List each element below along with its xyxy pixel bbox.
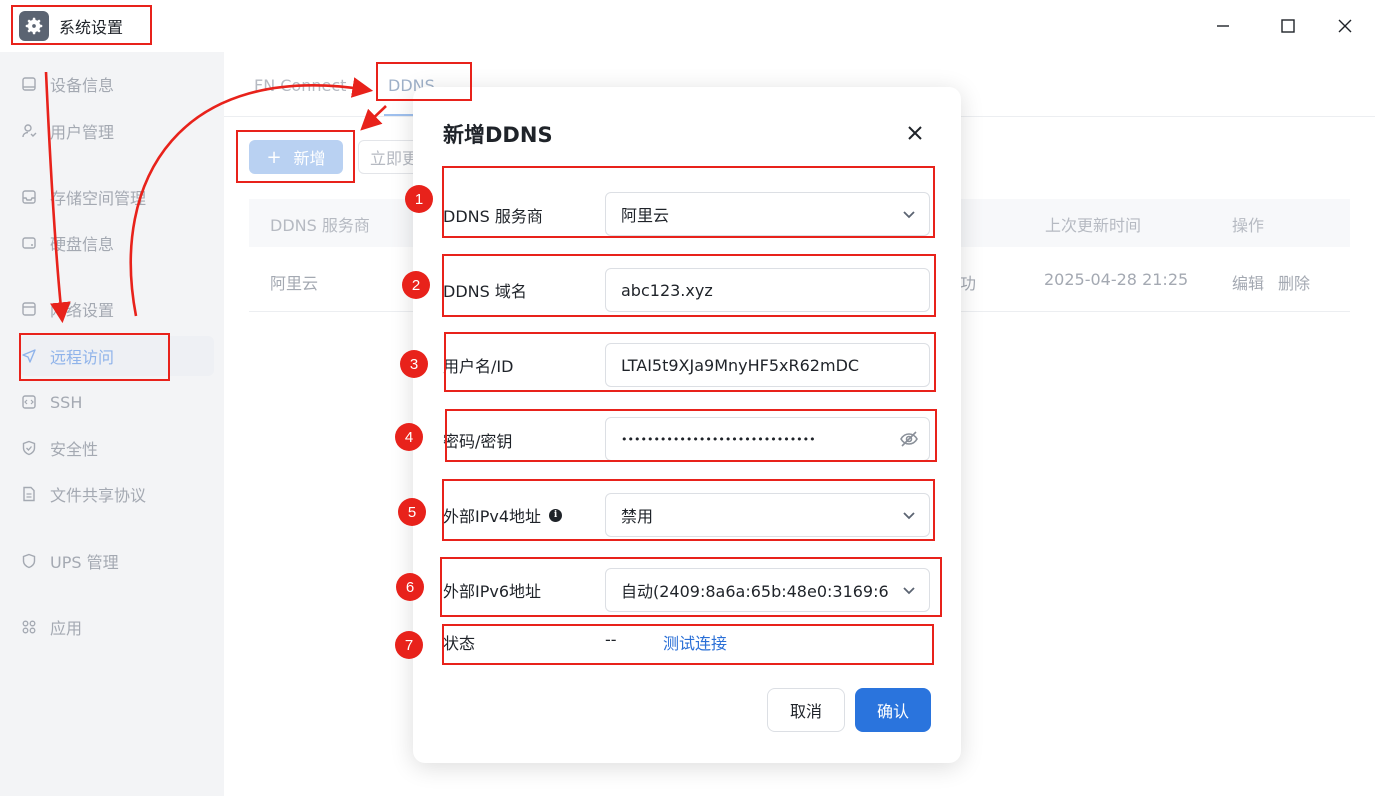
annotation-number-7: 7 bbox=[395, 631, 423, 659]
annotation-box-field-6 bbox=[440, 557, 942, 617]
annotation-number-3: 3 bbox=[400, 350, 428, 378]
cancel-button[interactable]: 取消 bbox=[767, 688, 845, 732]
sidebar: 设备信息 用户管理 存储空间管理 硬盘信息 网络设置 远程访问 SSH 安全性 bbox=[0, 52, 224, 796]
edit-link[interactable]: 编辑 bbox=[1232, 270, 1264, 294]
user-icon bbox=[20, 122, 38, 140]
dialog-title: 新增DDNS bbox=[443, 123, 553, 147]
annotation-number-4: 4 bbox=[395, 423, 423, 451]
column-header-provider: DDNS 服务商 bbox=[270, 216, 370, 235]
annotation-box-ddns-tab bbox=[376, 62, 472, 101]
sidebar-item-label: 安全性 bbox=[50, 440, 99, 459]
annotation-box-field-1 bbox=[442, 166, 935, 238]
device-icon bbox=[20, 75, 38, 93]
disk-icon bbox=[20, 234, 38, 252]
sidebar-item-apps[interactable]: 应用 bbox=[20, 607, 214, 647]
cell-last-update: 2025-04-28 21:25 bbox=[1044, 270, 1189, 289]
annotation-box-status bbox=[442, 624, 934, 665]
delete-link[interactable]: 删除 bbox=[1278, 270, 1310, 294]
sidebar-item-ups[interactable]: UPS 管理 bbox=[20, 541, 214, 581]
file-icon bbox=[20, 485, 38, 503]
sidebar-item-label: 文件共享协议 bbox=[50, 486, 147, 505]
annotation-number-5: 5 bbox=[398, 498, 426, 526]
annotation-box-add-button bbox=[236, 130, 355, 183]
sidebar-item-ssh[interactable]: SSH bbox=[20, 382, 214, 422]
ups-shield-icon bbox=[20, 552, 38, 570]
sidebar-item-label: 硬盘信息 bbox=[50, 235, 115, 254]
cell-provider: 阿里云 bbox=[270, 274, 319, 293]
sidebar-item-disk[interactable]: 硬盘信息 bbox=[20, 223, 214, 263]
sidebar-item-label: 用户管理 bbox=[50, 123, 115, 142]
sidebar-item-security[interactable]: 安全性 bbox=[20, 428, 214, 468]
apps-icon bbox=[20, 618, 38, 636]
sidebar-item-label: 网络设置 bbox=[50, 301, 115, 320]
annotation-box-field-2 bbox=[442, 254, 936, 317]
sidebar-item-label: 设备信息 bbox=[50, 76, 115, 95]
annotation-number-2: 2 bbox=[402, 271, 430, 299]
sidebar-item-label: 应用 bbox=[50, 619, 83, 638]
minimize-icon[interactable] bbox=[1209, 12, 1237, 40]
sidebar-item-file-sharing[interactable]: 文件共享协议 bbox=[20, 474, 214, 514]
confirm-button[interactable]: 确认 bbox=[855, 688, 931, 732]
settings-window: 系统设置 设备信息 用户管理 存储空间管理 硬盘信息 网络设置 远程访问 SSH… bbox=[0, 0, 1375, 796]
annotation-number-1: 1 bbox=[405, 185, 433, 213]
title-bar: 系统设置 bbox=[0, 0, 1375, 52]
maximize-icon[interactable] bbox=[1274, 12, 1302, 40]
sidebar-item-label: 存储空间管理 bbox=[50, 189, 147, 208]
tab-fn-connect[interactable]: FN Connect bbox=[254, 76, 346, 95]
column-header-actions: 操作 bbox=[1232, 216, 1265, 235]
network-icon bbox=[20, 300, 38, 318]
annotation-box-field-4 bbox=[445, 409, 937, 462]
sidebar-item-label: SSH bbox=[50, 392, 83, 412]
code-icon bbox=[20, 393, 38, 411]
sidebar-item-network[interactable]: 网络设置 bbox=[20, 289, 214, 329]
close-icon[interactable] bbox=[903, 121, 927, 145]
annotation-box-remote-access bbox=[19, 333, 170, 381]
close-icon[interactable] bbox=[1331, 12, 1359, 40]
sidebar-item-storage[interactable]: 存储空间管理 bbox=[20, 177, 214, 217]
column-header-last-update: 上次更新时间 bbox=[1045, 216, 1142, 235]
storage-icon bbox=[20, 188, 38, 206]
shield-icon bbox=[20, 439, 38, 457]
sidebar-item-device-info[interactable]: 设备信息 bbox=[20, 64, 214, 104]
annotation-box-field-5 bbox=[442, 479, 935, 541]
annotation-box-title bbox=[11, 5, 152, 45]
sidebar-item-users[interactable]: 用户管理 bbox=[20, 111, 214, 151]
annotation-number-6: 6 bbox=[396, 573, 424, 601]
annotation-box-field-3 bbox=[444, 332, 936, 392]
sidebar-item-label: UPS 管理 bbox=[50, 553, 119, 572]
